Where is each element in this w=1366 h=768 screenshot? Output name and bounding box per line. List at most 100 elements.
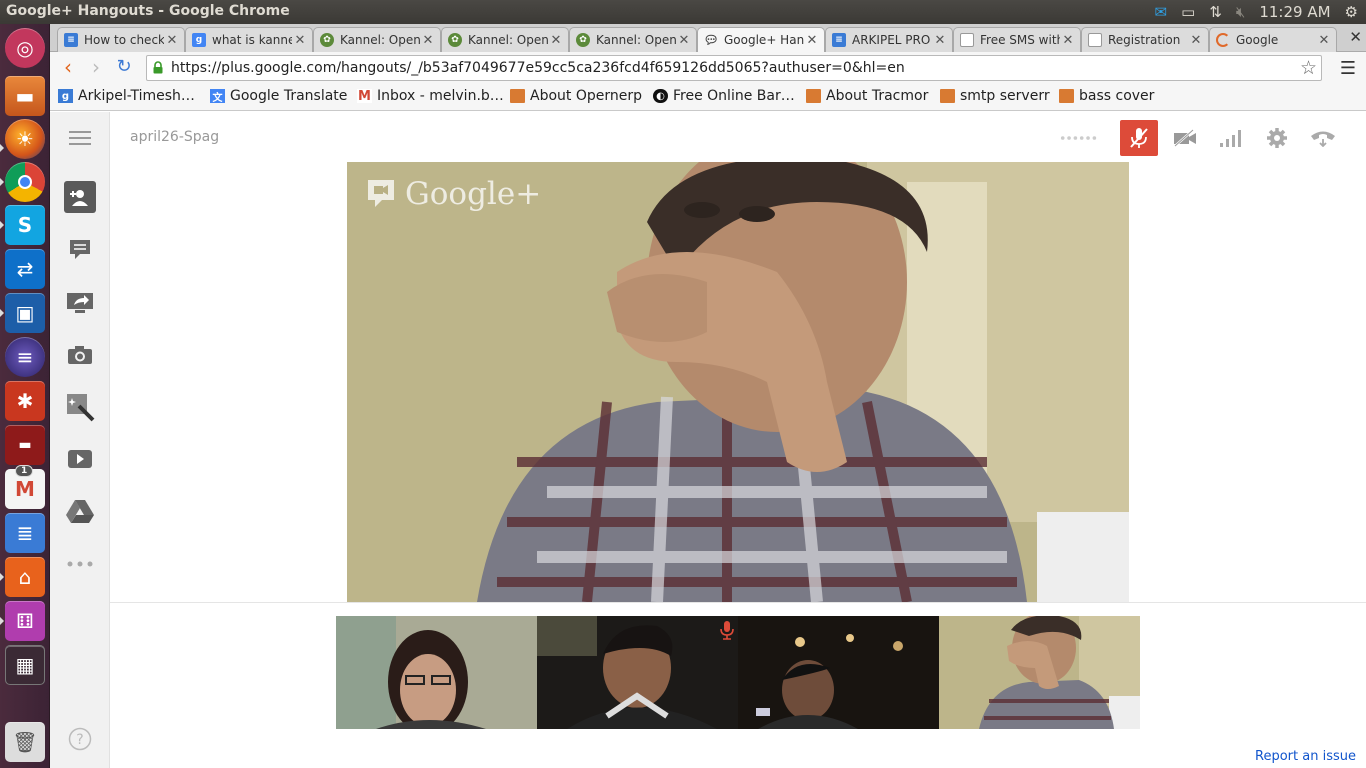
skype-icon[interactable]: S <box>5 205 45 245</box>
exit-hangout-icon[interactable] <box>1304 120 1342 156</box>
close-tab-icon[interactable]: ✕ <box>932 33 948 48</box>
system-settings-icon[interactable]: ⚙ <box>1345 3 1358 21</box>
close-tab-icon[interactable]: ✕ <box>292 33 308 48</box>
forward-button[interactable]: › <box>84 56 108 80</box>
browser-tab[interactable]: ✿ Kannel: Open ✕ <box>569 27 697 52</box>
folder-icon <box>510 89 525 103</box>
eclipse-icon[interactable]: ≡ <box>5 337 45 377</box>
network-icon[interactable]: ⇅ <box>1209 3 1222 21</box>
kannel-icon: ✿ <box>320 33 334 47</box>
bookmark-item[interactable]: About Opernerp <box>510 88 642 104</box>
bookmark-item[interactable]: M Inbox - melvin.b… <box>357 88 504 104</box>
browser-toolbar: ‹ › ↻ https://plus.google.com/hangouts/_… <box>50 52 1366 84</box>
browser-tab[interactable]: Free SMS with ✕ <box>953 27 1081 52</box>
back-button[interactable]: ‹ <box>56 56 80 80</box>
bookmark-item[interactable]: smtp serverr <box>940 88 1050 104</box>
effects-wand-icon[interactable] <box>64 391 96 423</box>
google-docs-launcher-icon[interactable]: ≣ <box>5 513 45 553</box>
close-tab-icon[interactable]: ✕ <box>1316 33 1332 48</box>
volume-muted-icon[interactable]: 🔇︎ <box>1236 3 1245 21</box>
window-close-icon[interactable]: ✕ <box>1349 28 1362 46</box>
gmail-launcher-icon[interactable]: M1 <box>5 465 45 509</box>
address-bar[interactable]: https://plus.google.com/hangouts/_/b53af… <box>146 55 1322 81</box>
room-name: april26-Spag <box>130 129 220 145</box>
drag-handle-icon[interactable] <box>1060 120 1098 156</box>
software-center-icon[interactable]: ⌂ <box>5 557 45 597</box>
browser-tab[interactable]: g what is kanne ✕ <box>185 27 313 52</box>
files-icon[interactable]: ▬ <box>5 76 45 116</box>
workspace-switcher-icon[interactable]: ▦ <box>5 645 45 685</box>
url-text: https://plus.google.com/hangouts/_/b53af… <box>171 60 905 76</box>
settings-gear-icon[interactable] <box>1258 120 1296 156</box>
browser-tab[interactable]: ≡ ARKIPEL PRO ✕ <box>825 27 953 52</box>
bookmark-item[interactable]: g Arkipel-Timesh… <box>58 88 195 104</box>
loading-icon <box>1216 33 1230 47</box>
participant-video-image <box>537 616 738 729</box>
browser-tab-active[interactable]: 💬︎ Google+ Hang ✕ <box>697 27 825 52</box>
reload-button[interactable]: ↻ <box>112 56 136 80</box>
bandwidth-icon[interactable] <box>1212 120 1250 156</box>
hamburger-menu-icon[interactable] <box>64 122 96 154</box>
screenshare-icon[interactable] <box>64 287 96 319</box>
participant-filmstrip <box>336 616 1140 729</box>
camera-off-icon[interactable] <box>1166 120 1204 156</box>
bookmark-item[interactable]: ◐ Free Online Bar… <box>653 88 795 104</box>
hangouts-icon: 💬︎ <box>703 33 719 47</box>
mail-indicator-icon[interactable]: ✉ <box>1155 3 1168 21</box>
main-video-feed[interactable]: Google+ <box>347 162 1129 602</box>
browser-tab[interactable]: ≡ How to check ✕ <box>57 27 185 52</box>
close-tab-icon[interactable]: ✕ <box>164 33 180 48</box>
close-tab-icon[interactable]: ✕ <box>420 33 436 48</box>
settings-tool-icon[interactable]: ✱ <box>5 381 45 421</box>
kannel-icon: ✿ <box>576 33 590 47</box>
translate-icon: 文 <box>210 89 225 104</box>
close-tab-icon[interactable]: ✕ <box>548 33 564 48</box>
invite-people-icon[interactable] <box>64 181 96 213</box>
participant-thumbnail[interactable] <box>738 616 939 729</box>
chat-icon[interactable] <box>64 234 96 266</box>
clock[interactable]: 11:29 AM <box>1259 3 1330 21</box>
chrome-menu-icon[interactable]: ☰ <box>1340 58 1356 79</box>
tab-strip: ≡ How to check ✕ g what is kanne ✕ ✿ Kannel: … <box>50 24 1366 52</box>
browser-tab[interactable]: Registration ✕ <box>1081 27 1209 52</box>
close-tab-icon[interactable]: ✕ <box>1188 33 1204 48</box>
report-issue-link[interactable]: Report an issue <box>1255 749 1356 764</box>
close-tab-icon[interactable]: ✕ <box>1060 33 1076 48</box>
bookmark-item[interactable]: bass cover <box>1059 88 1154 104</box>
teamviewer-icon[interactable]: ⇄ <box>5 249 45 289</box>
battery-icon[interactable]: ▭ <box>1181 3 1195 21</box>
close-tab-icon[interactable]: ✕ <box>676 33 692 48</box>
terminal-icon[interactable]: ▬ <box>5 425 45 465</box>
trash-icon[interactable]: 🗑︎ <box>5 722 45 762</box>
participant-thumbnail[interactable] <box>336 616 537 729</box>
camera-icon[interactable] <box>64 339 96 371</box>
dash-home-icon[interactable]: ◎ <box>5 28 45 68</box>
running-indicator <box>0 617 4 625</box>
browser-tab[interactable]: ✿ Kannel: Open ✕ <box>441 27 569 52</box>
mute-microphone-button[interactable] <box>1120 120 1158 156</box>
browser-tab[interactable]: ✿ Kannel: Open ✕ <box>313 27 441 52</box>
gmail-icon: M <box>357 88 372 104</box>
bookmark-star-icon[interactable]: ☆ <box>1300 57 1317 79</box>
participant-thumbnail[interactable] <box>537 616 738 729</box>
firefox-icon[interactable]: ☀ <box>5 119 45 159</box>
dice-game-icon[interactable]: ⚅ <box>5 601 45 641</box>
google-drive-icon[interactable] <box>64 495 96 527</box>
virtualbox-icon[interactable]: ▣ <box>5 293 45 333</box>
hangouts-logo-icon <box>368 180 394 207</box>
participant-video-image <box>939 616 1140 729</box>
more-apps-icon[interactable] <box>64 548 96 580</box>
bookmark-item[interactable]: 文 Google Translate <box>210 88 347 104</box>
folder-icon <box>1059 89 1074 103</box>
participant-thumbnail[interactable] <box>939 616 1140 729</box>
google-docs-icon: ≡ <box>832 33 846 47</box>
youtube-icon[interactable] <box>64 443 96 475</box>
lock-icon <box>153 61 163 74</box>
barcode-site-icon: ◐ <box>653 89 668 103</box>
chrome-icon[interactable] <box>5 162 45 202</box>
browser-tab[interactable]: Google ✕ <box>1209 27 1337 52</box>
close-tab-icon[interactable]: ✕ <box>804 33 820 48</box>
help-icon[interactable]: ? <box>64 723 96 755</box>
hangout-sidebar: ? <box>50 112 110 768</box>
bookmark-item[interactable]: About Tracmor <box>806 88 928 104</box>
